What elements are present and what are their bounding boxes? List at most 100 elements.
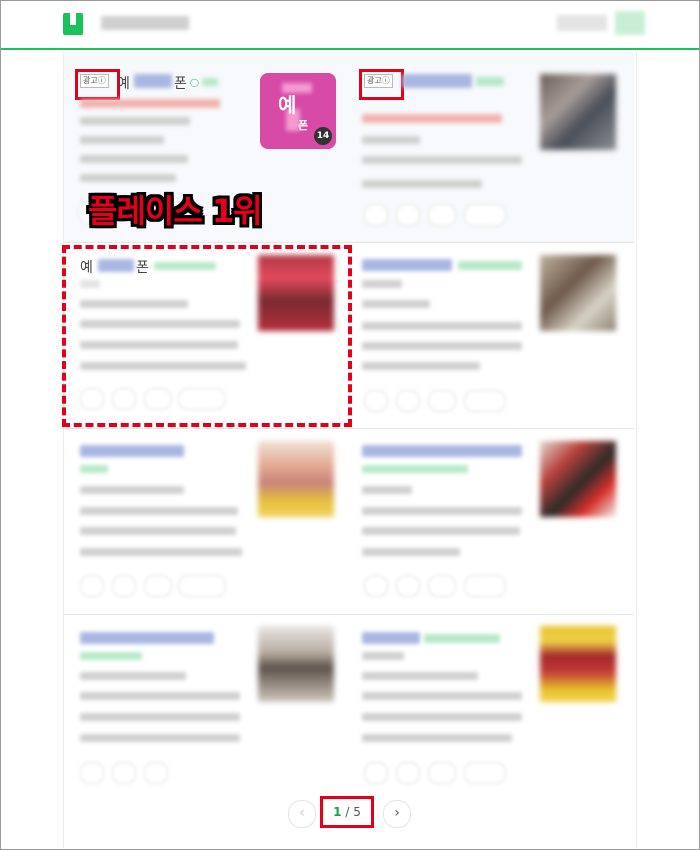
- place-thumbnail[interactable]: [258, 441, 334, 517]
- place-thumbnail[interactable]: [258, 626, 334, 702]
- ad-badge-highlight-box: [75, 69, 120, 100]
- action-pill[interactable]: [464, 204, 506, 226]
- action-pill[interactable]: [364, 390, 388, 412]
- place-title-blurred[interactable]: [362, 632, 420, 644]
- place-thumbnail[interactable]: [540, 255, 616, 331]
- total-pages: 5: [353, 805, 361, 819]
- place-desc-blurred: [362, 713, 522, 721]
- photo-count-badge: 14: [314, 127, 332, 145]
- place-title-blurred[interactable]: [362, 259, 452, 271]
- place-thumbnail[interactable]: [540, 74, 616, 150]
- search-header: [1, 1, 699, 50]
- row-divider: [64, 428, 634, 429]
- place-thumbnail[interactable]: [540, 626, 616, 702]
- first-place-highlight-box: [62, 245, 352, 427]
- place-desc-blurred: [80, 507, 238, 515]
- action-pill[interactable]: [396, 204, 420, 226]
- action-pill[interactable]: [428, 204, 456, 226]
- place-desc-blurred: [362, 548, 460, 556]
- action-pill[interactable]: [428, 390, 456, 412]
- action-pill[interactable]: [112, 762, 136, 784]
- place-desc-blurred: [362, 322, 522, 330]
- place-category-blurred: [362, 280, 402, 288]
- place-desc-blurred: [362, 362, 480, 370]
- place-tags-blurred: [80, 652, 142, 660]
- search-query-blurred[interactable]: [101, 16, 189, 30]
- row-divider: [64, 614, 634, 615]
- place-category-blurred: [362, 652, 404, 660]
- place-desc-blurred: [362, 527, 520, 535]
- place-title-start[interactable]: 예: [117, 73, 130, 93]
- place-desc-blurred: [80, 548, 242, 556]
- header-menu-blurred[interactable]: [557, 15, 607, 31]
- action-pill[interactable]: [428, 575, 456, 597]
- place-thumbnail[interactable]: [540, 441, 616, 517]
- place-title-blurred[interactable]: [362, 445, 522, 457]
- place-desc-blurred: [80, 527, 236, 535]
- page-indicator: 1 / 5: [320, 796, 374, 828]
- ad-badge-highlight-box: [359, 69, 404, 100]
- current-page: 1: [333, 805, 342, 819]
- place-desc-blurred: [80, 155, 188, 163]
- action-pill[interactable]: [396, 762, 420, 784]
- action-pill[interactable]: [464, 575, 506, 597]
- action-pill[interactable]: [144, 762, 168, 784]
- action-pill[interactable]: [464, 390, 506, 412]
- place-desc-blurred: [362, 342, 522, 350]
- place-thumbnail[interactable]: 예 폰 14: [260, 73, 336, 149]
- naver-logo-icon[interactable]: [63, 13, 83, 35]
- place-desc-blurred: [80, 692, 240, 700]
- place-title-end[interactable]: 폰: [174, 73, 187, 93]
- place-desc-blurred: [362, 692, 522, 700]
- row-divider: [64, 242, 634, 243]
- talktalk-label-blurred[interactable]: [476, 77, 504, 86]
- place-title-blurred[interactable]: [80, 632, 214, 644]
- place-tags-blurred: [424, 634, 500, 643]
- action-pill[interactable]: [428, 762, 456, 784]
- place-desc-blurred: [80, 713, 240, 721]
- talktalk-icon[interactable]: ◯: [190, 78, 199, 87]
- previous-page-button[interactable]: ‹: [288, 800, 316, 828]
- action-pill[interactable]: [112, 575, 136, 597]
- place-desc-blurred: [362, 734, 512, 742]
- action-pill[interactable]: [364, 762, 388, 784]
- action-pill[interactable]: [364, 204, 388, 226]
- place-desc-blurred: [80, 734, 240, 742]
- place-category-blurred: [362, 486, 412, 494]
- action-pill[interactable]: [464, 762, 506, 784]
- action-pill[interactable]: [178, 575, 226, 597]
- action-pill[interactable]: [396, 390, 420, 412]
- place-address-blurred: [362, 156, 522, 164]
- ad-promo-text-blurred: [362, 114, 502, 123]
- place-category-blurred: [80, 117, 190, 125]
- ad-promo-text-blurred: [80, 99, 220, 108]
- place-address-blurred: [362, 672, 478, 680]
- place-desc-blurred: [80, 174, 176, 182]
- place-tags-blurred: [458, 261, 522, 270]
- place-desc-blurred: [362, 180, 482, 188]
- place-category-blurred: [80, 486, 184, 494]
- page-separator: /: [345, 805, 350, 819]
- place-title-blurred[interactable]: [134, 74, 172, 88]
- chevron-right-icon: ›: [394, 805, 400, 821]
- place-desc-blurred: [362, 507, 522, 515]
- place-address-blurred: [362, 300, 430, 308]
- chevron-left-icon: ‹: [299, 805, 305, 821]
- place-category-blurred: [362, 136, 420, 144]
- tile-char-2: 폰: [298, 119, 309, 132]
- next-page-button[interactable]: ›: [383, 800, 411, 828]
- talktalk-label-blurred[interactable]: [202, 78, 218, 86]
- action-pill[interactable]: [144, 575, 172, 597]
- tile-char-1: 예: [278, 93, 297, 117]
- place-title-blurred[interactable]: [80, 445, 184, 457]
- action-pill[interactable]: [396, 575, 420, 597]
- place-title-blurred[interactable]: [402, 74, 472, 88]
- place-rank-overlay-label: 플레이스 1위: [88, 192, 263, 230]
- place-address-blurred: [80, 136, 164, 144]
- action-pill[interactable]: [80, 762, 104, 784]
- header-login-blurred[interactable]: [615, 11, 645, 35]
- place-category-blurred: [80, 672, 186, 680]
- action-pill[interactable]: [364, 575, 388, 597]
- place-tags-blurred: [80, 465, 108, 473]
- action-pill[interactable]: [80, 575, 104, 597]
